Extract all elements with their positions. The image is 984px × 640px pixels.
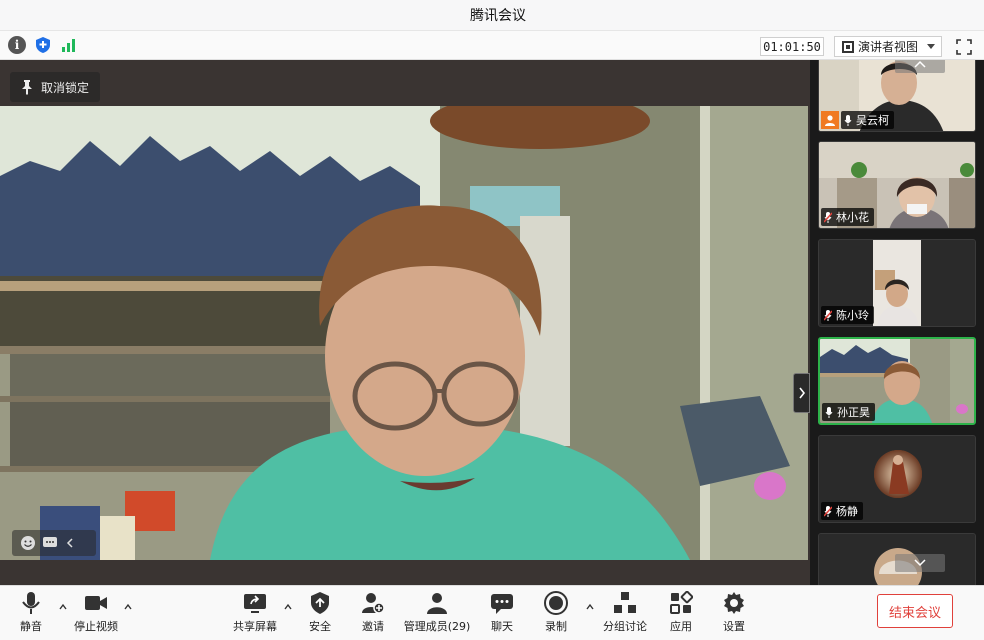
chevron-up-icon[interactable] (124, 603, 132, 611)
participant-tile[interactable] (818, 533, 976, 585)
participant-gallery: 吴云柯 林小花 陈小玲 孙正昊 杨静 (810, 60, 984, 585)
mic-icon (844, 114, 852, 126)
fullscreen-icon[interactable] (956, 39, 972, 55)
chevron-right-icon (798, 387, 805, 399)
apps-button[interactable]: 应用 (651, 591, 711, 634)
breakout-label: 分组讨论 (603, 620, 647, 633)
speaker-video[interactable] (0, 106, 808, 560)
chat-bubble-icon[interactable] (42, 535, 58, 551)
unpin-label: 取消锁定 (41, 80, 90, 95)
scroll-down-button[interactable] (895, 554, 945, 572)
apps-label: 应用 (670, 620, 692, 633)
shield-icon[interactable] (34, 36, 52, 54)
mute-label: 静音 (20, 620, 42, 633)
layout-icon (842, 40, 854, 53)
share-screen-icon (244, 594, 266, 613)
participant-name-tag: 孙正昊 (822, 403, 875, 421)
emoji-icon[interactable] (20, 535, 36, 551)
info-icon[interactable]: i (8, 36, 26, 54)
shield-icon (311, 592, 329, 614)
manage-members-button[interactable]: 管理成员(29) (403, 591, 471, 634)
signal-icon[interactable] (60, 36, 78, 54)
chat-button[interactable]: 聊天 (472, 591, 532, 634)
participant-name: 吴云柯 (856, 114, 889, 127)
chevron-down-icon (914, 559, 926, 567)
gear-icon (724, 592, 744, 614)
apps-icon (670, 591, 693, 614)
microphone-icon (22, 592, 40, 614)
participant-name: 杨静 (836, 505, 858, 518)
participant-name: 孙正昊 (837, 406, 870, 419)
pin-icon (22, 80, 32, 95)
members-label: 管理成员(29) (403, 620, 471, 633)
add-user-icon (362, 593, 385, 614)
participant-tile[interactable]: 杨静 (818, 435, 976, 523)
participant-tile[interactable]: 吴云柯 (818, 60, 976, 132)
chevron-left-icon[interactable] (64, 536, 76, 550)
unpin-button[interactable]: 取消锁定 (10, 72, 101, 102)
security-label: 安全 (309, 620, 331, 633)
window-title: 腾讯会议 (470, 8, 526, 24)
speaker-video-frame (0, 106, 808, 560)
collapse-sidebar-button[interactable] (793, 373, 810, 413)
stop-video-button[interactable]: 停止视频 (66, 591, 126, 634)
invite-label: 邀请 (362, 620, 384, 633)
status-bar: i 01:01:50 演讲者视图 (0, 30, 984, 60)
chevron-up-icon[interactable] (586, 603, 594, 611)
video-label: 停止视频 (74, 620, 118, 633)
participant-tile-active[interactable]: 孙正昊 (818, 337, 976, 425)
mic-icon (825, 406, 833, 418)
chevron-up-icon (914, 60, 926, 68)
view-mode-label: 演讲者视图 (858, 40, 919, 54)
participant-name: 林小花 (836, 211, 869, 224)
chat-icon (491, 594, 513, 614)
participant-name-tag: 吴云柯 (841, 111, 894, 129)
security-button[interactable]: 安全 (290, 591, 350, 634)
mic-muted-icon (824, 309, 832, 321)
host-badge (821, 111, 839, 129)
end-meeting-button[interactable]: 结束会议 (877, 594, 953, 628)
record-icon (544, 591, 568, 615)
video-camera-icon (85, 596, 107, 610)
meeting-timer: 01:01:50 (760, 37, 824, 56)
share-screen-button[interactable]: 共享屏幕 (225, 591, 285, 634)
mute-button[interactable]: 静音 (1, 591, 61, 634)
settings-label: 设置 (723, 620, 745, 633)
mic-muted-icon (824, 211, 832, 223)
participant-tile[interactable]: 陈小玲 (818, 239, 976, 327)
mic-muted-icon (824, 505, 832, 517)
participant-tile[interactable]: 林小花 (818, 141, 976, 229)
participant-name-tag: 陈小玲 (821, 306, 874, 324)
main-video-area: 取消锁定 (0, 60, 810, 585)
chat-label: 聊天 (491, 620, 513, 633)
record-button[interactable]: 录制 (526, 591, 586, 634)
view-mode-dropdown[interactable]: 演讲者视图 (834, 36, 942, 57)
breakout-rooms-button[interactable]: 分组讨论 (595, 591, 655, 634)
title-bar: 腾讯会议 (0, 0, 984, 30)
scroll-up-button[interactable] (895, 60, 945, 73)
chat-overlay[interactable] (12, 530, 96, 556)
user-icon (825, 115, 835, 126)
meeting-toolbar: 静音 停止视频 共享屏幕 安全 邀请 管理成员(29) 聊天 录制 分组讨论 应… (0, 585, 984, 640)
breakout-icon (614, 592, 636, 613)
participant-name-tag: 杨静 (821, 502, 863, 520)
share-label: 共享屏幕 (233, 620, 277, 633)
participant-name-tag: 林小花 (821, 208, 874, 226)
settings-button[interactable]: 设置 (704, 591, 764, 634)
invite-button[interactable]: 邀请 (343, 591, 403, 634)
record-label: 录制 (545, 620, 567, 633)
chevron-down-icon (927, 44, 935, 49)
members-icon (427, 593, 447, 614)
participant-name: 陈小玲 (836, 309, 869, 322)
